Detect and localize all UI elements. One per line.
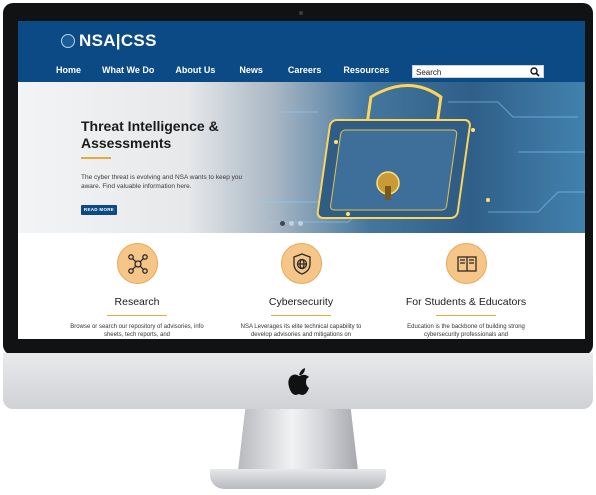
- card-text: NSA Leverages its elite technical capabi…: [240, 324, 362, 338]
- card-divider: [271, 315, 331, 316]
- search-input[interactable]: [416, 67, 526, 77]
- card-cybersecurity[interactable]: Cybersecurity NSA Leverages its elite te…: [226, 243, 376, 339]
- nav-item-resources[interactable]: Resources: [343, 65, 389, 75]
- carousel-dot-2[interactable]: [289, 221, 294, 226]
- card-divider: [436, 315, 496, 316]
- card-title: For Students & Educators: [405, 296, 527, 308]
- nav-item-news[interactable]: News: [239, 65, 263, 75]
- card-students-educators[interactable]: For Students & Educators Education is th…: [391, 243, 541, 339]
- nav-item-about-us[interactable]: About Us: [175, 65, 215, 75]
- site-logo[interactable]: NSA|CSS: [61, 31, 157, 51]
- card-text: Education is the backbone of building st…: [407, 324, 525, 338]
- card-title: Cybersecurity: [268, 296, 334, 308]
- carousel-dots: [280, 221, 303, 226]
- hero-divider: [81, 157, 111, 159]
- nav-item-careers[interactable]: Careers: [288, 65, 322, 75]
- hero-title: Threat Intelligence & Assessments: [81, 118, 219, 151]
- monitor-screen: NSA|CSS Home What We Do About Us News Ca…: [18, 21, 585, 339]
- camera: [299, 11, 303, 15]
- imac-mockup: NSA|CSS Home What We Do About Us News Ca…: [0, 0, 596, 495]
- carousel-dot-3[interactable]: [298, 221, 303, 226]
- card-research[interactable]: Research Browse or search our repository…: [62, 243, 212, 339]
- hero-description: The cyber threat is evolving and NSA wan…: [81, 174, 243, 190]
- card-icon-circle: [445, 243, 487, 284]
- card-icon-circle: [116, 243, 158, 284]
- read-more-button[interactable]: READ MORE: [81, 205, 117, 215]
- monitor-stand-base: [210, 469, 386, 489]
- card-text: Browse or search our repository of advis…: [70, 324, 204, 338]
- nav-item-what-we-do[interactable]: What We Do: [102, 65, 154, 75]
- main-nav: Home What We Do About Us News Careers Re…: [56, 65, 410, 75]
- card-title: Research: [114, 296, 160, 308]
- nsa-seal-icon: [61, 34, 75, 48]
- book-icon: [456, 256, 477, 272]
- globe-shield-icon: [292, 253, 311, 275]
- apple-logo-icon: [288, 368, 309, 395]
- card-divider: [107, 315, 167, 316]
- nav-item-home[interactable]: Home: [56, 65, 81, 75]
- card-icon-circle: [280, 243, 322, 284]
- hero-banner: Threat Intelligence & Assessments The cy…: [18, 82, 585, 233]
- site-header: NSA|CSS Home What We Do About Us News Ca…: [18, 21, 585, 82]
- network-nodes-icon: [127, 254, 148, 274]
- search-box: [412, 65, 544, 78]
- carousel-dot-1[interactable]: [280, 221, 285, 226]
- monitor-stand: [238, 409, 358, 471]
- search-icon[interactable]: [530, 67, 540, 77]
- logo-text: NSA|CSS: [79, 31, 157, 50]
